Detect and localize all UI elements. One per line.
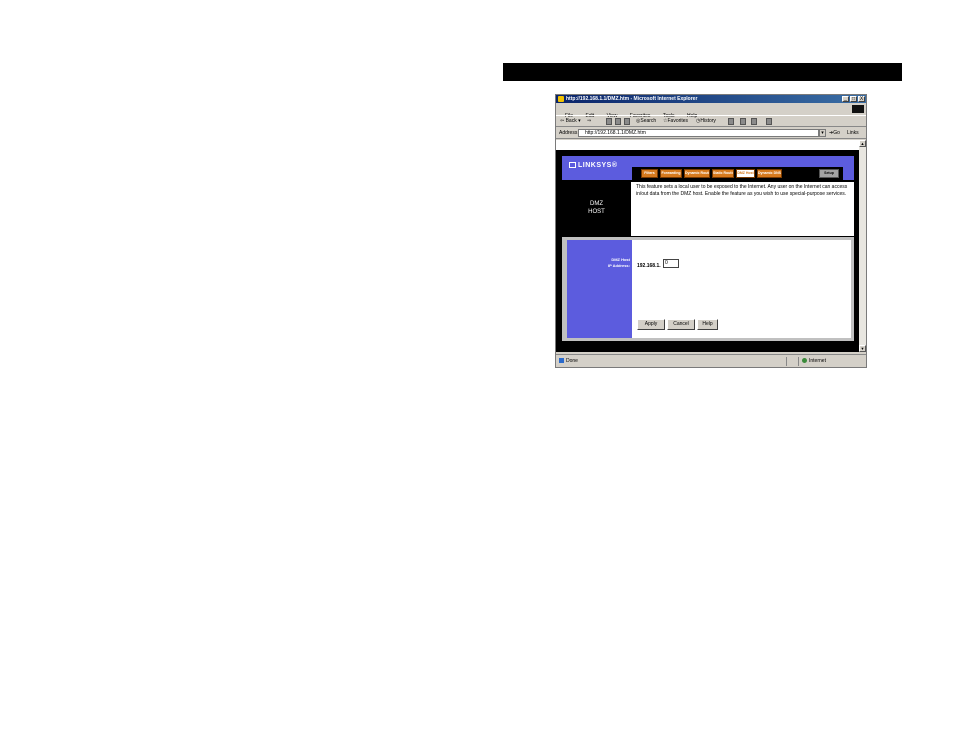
history-button[interactable]: ◷History xyxy=(696,117,716,126)
back-button[interactable]: ⇦ Back ▾ xyxy=(560,117,581,126)
tab-filters[interactable]: Filters xyxy=(641,169,658,178)
mail-icon[interactable] xyxy=(728,118,734,125)
dmz-ip-label: DMZ Host IP Address: xyxy=(567,257,630,269)
maximize-button[interactable]: □ xyxy=(850,96,857,102)
help-button[interactable]: Help xyxy=(697,319,718,330)
history-label: History xyxy=(700,118,716,124)
search-label: Search xyxy=(640,118,657,124)
window-title: http://192.168.1.1/DMZ.htm - Microsoft I… xyxy=(566,96,698,102)
home-icon[interactable] xyxy=(624,118,630,125)
window-controls: _ □ X xyxy=(842,96,865,102)
status-left-text: Done xyxy=(566,358,578,364)
address-bar: Address http://192.168.1.1/DMZ.htm ▾ ➜Go… xyxy=(556,128,866,139)
status-bar: Done Internet xyxy=(556,354,866,367)
router-banner: LINKSYS® Filters Forwarding Dynamic Rout… xyxy=(562,156,854,180)
favorites-label: Favorites xyxy=(667,118,689,124)
status-right-text: Internet xyxy=(809,358,826,364)
minimize-button[interactable]: _ xyxy=(842,96,849,102)
print-icon[interactable] xyxy=(740,118,746,125)
section-title-line1: DMZ xyxy=(590,201,603,207)
page-top-margin xyxy=(556,140,859,150)
browser-window: http://192.168.1.1/DMZ.htm - Microsoft I… xyxy=(555,94,867,368)
ip-prefix: 192.168.1. xyxy=(637,263,661,269)
back-label: Back xyxy=(565,118,577,124)
dmz-info-panel: DMZ HOST This feature sets a local user … xyxy=(562,182,854,236)
address-input[interactable]: http://192.168.1.1/DMZ.htm xyxy=(578,129,819,137)
tab-dynamic-routing[interactable]: Dynamic Routing xyxy=(684,169,710,178)
go-button[interactable]: ➜Go xyxy=(829,129,840,137)
refresh-icon[interactable] xyxy=(615,118,621,125)
section-title-line2: HOST xyxy=(588,209,605,215)
go-label: Go xyxy=(833,130,840,136)
discuss-icon[interactable] xyxy=(766,118,772,125)
menu-bar: File Edit View Favorites Tools Help xyxy=(556,104,866,119)
linksys-logo: LINKSYS® xyxy=(569,162,618,169)
standard-toolbar: ⇦ Back ▾ ⇒ ◎Search ☆Favorites ◷History xyxy=(556,115,866,127)
address-dropdown-icon[interactable]: ▾ xyxy=(819,129,826,137)
dmz-ip-input[interactable]: 0 xyxy=(663,259,679,268)
close-button[interactable]: X xyxy=(858,96,865,102)
dmz-form-frame: DMZ Host IP Address: 192.168.1. 0 Apply … xyxy=(562,237,854,341)
form-field-column: 192.168.1. 0 Apply Cancel Help xyxy=(632,240,851,338)
status-divider xyxy=(786,357,787,366)
vertical-scrollbar[interactable]: ▲ ▼ xyxy=(859,140,866,352)
apply-button[interactable]: Apply xyxy=(637,319,665,330)
form-label-column: DMZ Host IP Address: xyxy=(567,240,632,338)
router-tabs: Filters Forwarding Dynamic Routing Stati… xyxy=(632,167,843,180)
page-icon xyxy=(559,358,564,364)
title-bar: http://192.168.1.1/DMZ.htm - Microsoft I… xyxy=(556,95,866,103)
section-title: DMZ HOST xyxy=(562,200,631,216)
links-button[interactable]: Links xyxy=(847,129,859,137)
forward-button[interactable]: ⇒ xyxy=(587,117,591,126)
scroll-up-icon[interactable]: ▲ xyxy=(859,140,866,147)
tab-dmz-host[interactable]: DMZ Host xyxy=(736,169,755,178)
search-button[interactable]: ◎Search xyxy=(636,117,656,126)
section-title-box: DMZ HOST xyxy=(562,182,631,236)
status-divider xyxy=(798,357,799,366)
logo-text: LINKSYS xyxy=(578,162,612,169)
page-content: LINKSYS® Filters Forwarding Dynamic Rout… xyxy=(556,140,859,352)
status-done: Done xyxy=(559,358,578,365)
status-zone: Internet xyxy=(802,358,826,365)
edit-icon[interactable] xyxy=(751,118,757,125)
tab-static-routing[interactable]: Static Routing xyxy=(712,169,734,178)
address-label: Address xyxy=(559,130,578,136)
favorites-button[interactable]: ☆Favorites xyxy=(663,117,688,126)
dmz-ip-label-line2: IP Address: xyxy=(607,263,630,268)
stop-icon[interactable] xyxy=(606,118,612,125)
document-header-bar xyxy=(503,63,902,81)
windows-flag-icon xyxy=(852,105,864,113)
tab-setup[interactable]: Setup xyxy=(819,169,839,178)
cancel-button[interactable]: Cancel xyxy=(667,319,695,330)
internet-zone-icon xyxy=(802,358,807,364)
dmz-description: This feature sets a local user to be exp… xyxy=(636,184,848,197)
ie-logo-icon xyxy=(558,96,564,102)
tab-forwarding[interactable]: Forwarding xyxy=(660,169,682,178)
scroll-down-icon[interactable]: ▼ xyxy=(859,345,866,352)
tab-dynamic-dns[interactable]: Dynamic DNS xyxy=(757,169,782,178)
linksys-logo-icon xyxy=(569,162,576,169)
